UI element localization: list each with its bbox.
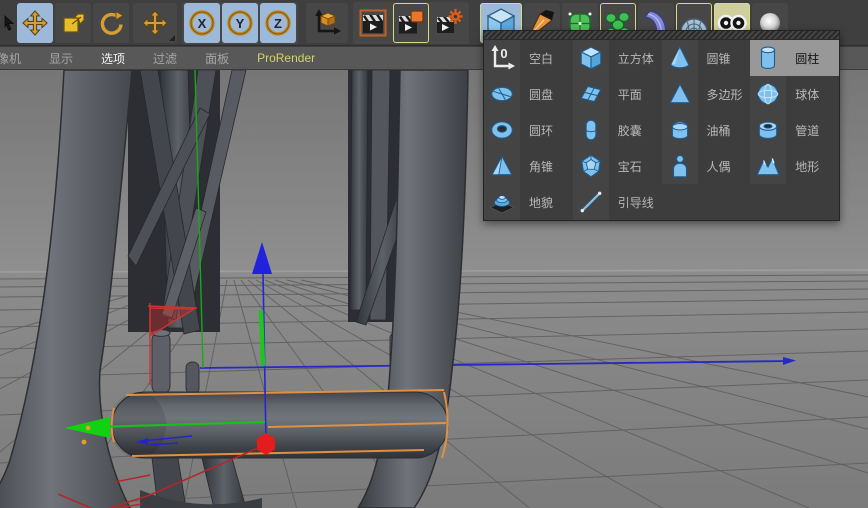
primitive-label: 人偶 — [706, 159, 731, 174]
primitive-label: 立方体 — [617, 51, 654, 66]
primitive-label: 宝石 — [617, 159, 642, 174]
lock-x-axis-button[interactable]: X — [184, 2, 220, 43]
polygon-icon — [661, 76, 698, 112]
primitive-item-cone[interactable]: 圆锥 — [661, 40, 751, 76]
y-axis-icon: Y — [227, 9, 253, 36]
cone-icon — [661, 40, 698, 76]
rotate-tool-button[interactable] — [93, 2, 129, 43]
move-tool-button[interactable] — [17, 2, 53, 43]
primitive-label: 圆柱 — [795, 51, 820, 66]
primitive-label: 角锥 — [529, 159, 554, 174]
live-selection-tool[interactable] — [0, 3, 16, 43]
primitive-label: 空白 — [529, 51, 554, 66]
sphere-icon — [750, 76, 787, 112]
menu-panel[interactable]: 面板 — [205, 50, 229, 67]
menu-options[interactable]: 选项 — [101, 50, 125, 67]
coordinate-system-button[interactable] — [306, 2, 348, 43]
cube-icon — [572, 40, 609, 76]
z-axis-icon: Z — [265, 9, 291, 36]
primitive-item-polygon[interactable]: 多边形 — [661, 76, 751, 112]
cylinder-icon — [750, 40, 787, 76]
primitive-label: 圆环 — [529, 123, 554, 138]
palette-empty-cell — [661, 184, 751, 220]
menu-display[interactable]: 显示 — [49, 50, 73, 67]
primitive-label: 地形 — [795, 159, 820, 174]
primitive-label: 圆锥 — [706, 51, 731, 66]
menu-camera[interactable]: 摄像机 — [0, 50, 21, 67]
primitive-item-tube[interactable]: 管道 — [750, 112, 839, 148]
primitive-label: 多边形 — [706, 87, 743, 102]
palette-drag-handle[interactable] — [484, 31, 839, 40]
primitive-item-figure[interactable]: 人偶 — [661, 148, 751, 184]
primitive-label: 油桶 — [706, 123, 731, 138]
coordinate-system-icon — [315, 8, 341, 35]
capsule-icon — [572, 112, 609, 148]
primitive-item-relief[interactable]: 地貌 — [484, 184, 573, 220]
primitive-label: 引导线 — [617, 195, 654, 210]
primitive-item-plane[interactable]: 平面 — [572, 76, 662, 112]
torus-icon — [484, 112, 520, 148]
gizmo-y-handle-green[interactable] — [258, 309, 266, 367]
primitive-label: 地貌 — [529, 195, 554, 210]
figure-icon — [661, 148, 698, 184]
primitive-label: 管道 — [795, 123, 820, 138]
primitive-item-sphere[interactable]: 球体 — [750, 76, 839, 112]
disc-icon — [484, 76, 520, 112]
svg-text:0: 0 — [500, 46, 507, 61]
render-view-button[interactable] — [355, 2, 391, 43]
primitive-item-pyramid[interactable]: 角锥 — [484, 148, 573, 184]
primitive-item-landscape[interactable]: 地形 — [750, 148, 839, 184]
move-icon — [22, 9, 48, 36]
x-axis-icon: X — [189, 9, 215, 36]
null-axis-icon: 0 — [484, 40, 520, 76]
last-used-tool-button[interactable] — [133, 2, 177, 43]
primitive-label: 球体 — [795, 87, 820, 102]
render-picture-viewer-icon — [399, 9, 424, 33]
palette-empty-cell — [750, 184, 839, 220]
primitive-item-oil-tank[interactable]: 油桶 — [661, 112, 751, 148]
scale-tool-button[interactable] — [55, 2, 91, 43]
primitive-item-cylinder[interactable]: 圆柱 — [750, 40, 839, 76]
scale-icon — [63, 12, 85, 33]
cinema4d-window: X Y Z 机 显示 选项 过滤 面板 ProRender 0 空白 立方体 圆… — [0, 0, 868, 508]
landscape-icon — [750, 148, 787, 184]
move-icon — [142, 9, 168, 36]
selection-arrow-icon — [4, 14, 15, 31]
plane-icon — [572, 76, 609, 112]
menu-filter[interactable]: 过滤 — [153, 50, 177, 67]
primitives-palette: 0 空白 立方体 圆锥 圆柱 圆盘 平面 多边形 球体 圆环 胶囊 油桶 管道 … — [483, 30, 840, 221]
render-settings-icon — [437, 8, 463, 33]
primitive-item-cube[interactable]: 立方体 — [572, 40, 662, 76]
render-to-picture-viewer-button[interactable] — [393, 2, 429, 43]
lock-y-axis-button[interactable]: Y — [222, 2, 258, 43]
primitive-item-disc[interactable]: 圆盘 — [484, 76, 573, 112]
x-letter: X — [198, 16, 207, 31]
pyramid-icon — [484, 148, 520, 184]
rotate-icon — [100, 10, 124, 35]
primitive-label: 圆盘 — [529, 87, 554, 102]
tube-icon — [750, 112, 787, 148]
platonic-icon — [572, 148, 609, 184]
edit-render-settings-button[interactable] — [431, 2, 467, 43]
primitive-label: 胶囊 — [617, 123, 642, 138]
primitive-label: 平面 — [617, 87, 642, 102]
menu-prorender[interactable]: ProRender — [257, 51, 315, 65]
lock-z-axis-button[interactable]: Z — [260, 2, 296, 43]
y-letter: Y — [236, 16, 245, 31]
primitive-item-guide[interactable]: 引导线 — [572, 184, 662, 220]
render-view-icon — [359, 9, 387, 36]
primitive-item-null[interactable]: 0 空白 — [484, 40, 573, 76]
guide-icon — [572, 184, 609, 220]
z-letter: Z — [274, 16, 282, 31]
primitive-item-platonic[interactable]: 宝石 — [572, 148, 662, 184]
primitives-grid: 0 空白 立方体 圆锥 圆柱 圆盘 平面 多边形 球体 圆环 胶囊 油桶 管道 … — [484, 40, 839, 220]
relief-icon — [484, 184, 520, 220]
primitive-item-torus[interactable]: 圆环 — [484, 112, 573, 148]
oil-tank-icon — [661, 112, 698, 148]
primitive-item-capsule[interactable]: 胶囊 — [572, 112, 662, 148]
